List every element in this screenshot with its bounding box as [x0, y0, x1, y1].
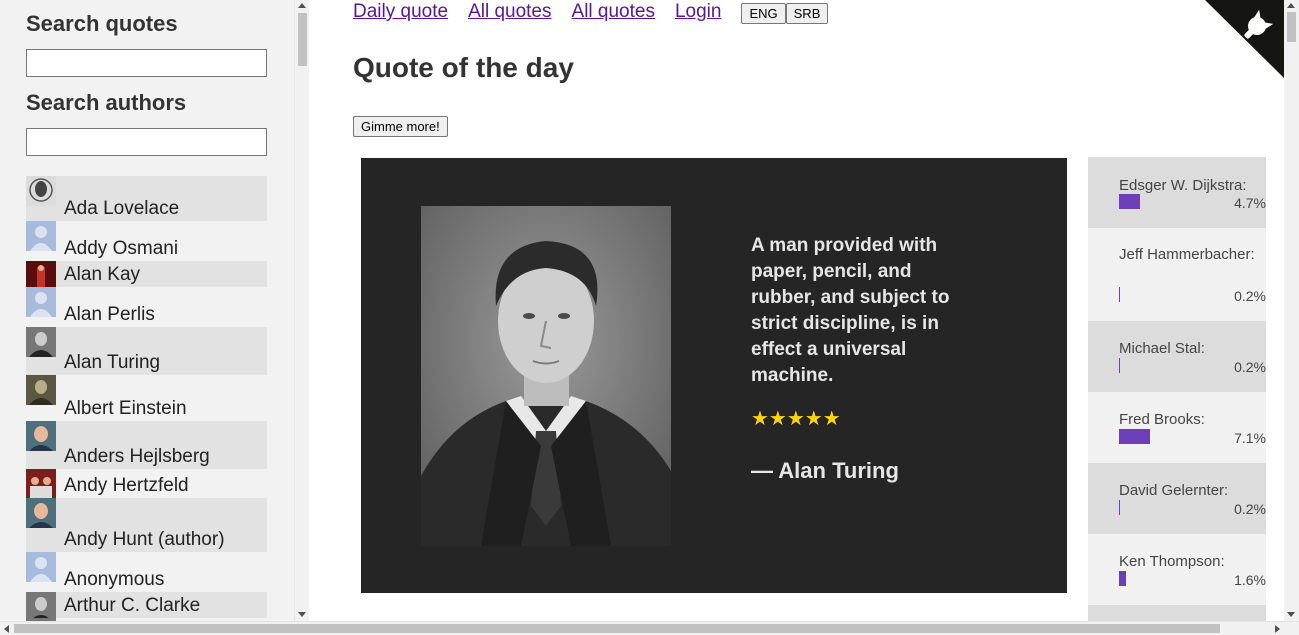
vote-row: Ken Thompson: 1.6%	[1088, 534, 1266, 605]
vote-row: Fred Brooks: 7.1%	[1088, 392, 1266, 463]
vote-percentage: 1.6%	[1234, 572, 1266, 588]
search-authors-input[interactable]	[26, 128, 267, 156]
author-thumbnail	[26, 176, 56, 206]
page-vertical-scrollbar[interactable]	[1284, 0, 1299, 621]
author-item[interactable]: Andy Hunt (author)	[26, 498, 267, 552]
quote-author[interactable]: — Alan Turing	[751, 458, 899, 484]
author-name: Alan Perlis	[64, 304, 155, 325]
author-thumbnail	[26, 552, 56, 582]
page-scroll-up-arrow-icon[interactable]	[1287, 3, 1295, 8]
vote-row: David Gelernter: 0.2%	[1088, 463, 1266, 534]
vote-author-name: Michael Stal:	[1119, 340, 1205, 357]
vote-author-name: Fred Brooks:	[1119, 411, 1205, 428]
author-name: Andy Hunt (author)	[64, 529, 225, 550]
vote-percentage: 0.2%	[1234, 501, 1266, 517]
author-thumbnail	[26, 498, 56, 528]
nav-all-quotes-2[interactable]: All quotes	[572, 1, 655, 23]
author-name: Ada Lovelace	[64, 198, 180, 219]
github-octocat-icon	[1205, 0, 1284, 78]
vote-percentage: 0.2%	[1234, 288, 1266, 304]
sidebar-scrollbar[interactable]	[294, 0, 309, 621]
vote-row: Jeff Hammerbacher: 0.2%	[1088, 228, 1266, 321]
vote-author-name: David Gelernter:	[1119, 482, 1229, 499]
top-nav: Daily quote All quotes All quotes Login …	[353, 0, 829, 24]
vote-author-name: Jeff Hammerbacher:	[1119, 246, 1255, 263]
author-item[interactable]: Anonymous	[26, 552, 267, 592]
author-name: Alan Kay	[64, 264, 141, 285]
author-item[interactable]: Albert Einstein	[26, 375, 267, 421]
author-name: Albert Einstein	[64, 398, 187, 419]
author-item[interactable]: Alan Perlis	[26, 287, 267, 327]
vote-percentage: 0.2%	[1234, 359, 1266, 375]
author-item[interactable]: Ada Lovelace	[26, 176, 267, 221]
language-switcher: ENG SRB	[741, 3, 829, 24]
vote-bar	[1119, 500, 1120, 515]
vote-bar	[1119, 194, 1140, 209]
sidebar-scroll-thumb[interactable]	[298, 13, 307, 66]
vote-bar	[1119, 571, 1126, 586]
vote-author-name: Edsger W. Dijkstra:	[1119, 177, 1247, 194]
search-quotes-heading: Search quotes	[26, 11, 178, 36]
rating-stars[interactable]: ★★★★★	[751, 406, 841, 431]
github-corner-link[interactable]	[1205, 0, 1284, 78]
vote-row	[1088, 605, 1266, 621]
page-title: Quote of the day	[353, 52, 574, 83]
sidebar: Search quotes Search authors Ada Lovelac…	[0, 0, 294, 621]
lang-eng-button[interactable]: ENG	[741, 3, 786, 24]
quote-card: A man provided with paper, pencil, and r…	[361, 158, 1067, 593]
vote-bar	[1119, 287, 1120, 302]
author-name: Anonymous	[64, 569, 165, 590]
vote-bar	[1119, 429, 1150, 444]
author-item[interactable]: Alan Kay	[26, 261, 267, 291]
author-name: Arthur C. Clarke	[64, 595, 201, 616]
author-thumbnail	[26, 287, 56, 317]
gimme-more-button[interactable]: Gimme more!	[353, 116, 448, 137]
author-item[interactable]: Andy Hertzfeld	[26, 469, 267, 499]
author-name: Alan Turing	[64, 352, 161, 373]
author-name: Anders Hejlsberg	[64, 446, 210, 467]
search-quotes-input[interactable]	[26, 49, 267, 77]
scroll-down-arrow-icon[interactable]	[298, 612, 306, 617]
scroll-left-arrow-icon[interactable]	[4, 625, 9, 633]
lang-srb-button[interactable]: SRB	[785, 3, 829, 24]
author-thumbnail	[26, 221, 56, 251]
votes-panel: Edsger W. Dijkstra: 4.7% Jeff Hammerbacher…	[1088, 157, 1266, 621]
vote-percentage: 4.7%	[1234, 195, 1266, 211]
nav-all-quotes[interactable]: All quotes	[468, 1, 551, 23]
author-thumbnail	[26, 469, 56, 499]
quote-text: A man provided with paper, pencil, and r…	[751, 235, 950, 386]
vote-row: Edsger W. Dijkstra: 4.7%	[1088, 157, 1266, 228]
author-thumbnail	[26, 421, 56, 451]
page-scroll-down-arrow-icon[interactable]	[1287, 612, 1295, 617]
author-list: Ada Lovelace Addy Osmani Alan Kay Alan Perl…	[26, 176, 267, 621]
scroll-up-arrow-icon[interactable]	[298, 3, 306, 8]
author-portrait	[421, 206, 671, 546]
author-name: Addy Osmani	[64, 238, 179, 259]
author-item[interactable]: Alan Turing	[26, 327, 267, 375]
page-vscroll-thumb[interactable]	[1287, 12, 1296, 42]
page-horizontal-scrollbar[interactable]	[0, 621, 1299, 635]
vote-bar	[1119, 358, 1120, 373]
vote-percentage: 7.1%	[1234, 430, 1266, 446]
author-thumbnail	[26, 327, 56, 357]
author-item[interactable]: Arthur C. Clarke	[26, 592, 267, 621]
page-hscroll-thumb[interactable]	[14, 624, 1220, 633]
author-item[interactable]: Addy Osmani	[26, 221, 267, 261]
nav-daily-quote[interactable]: Daily quote	[353, 1, 448, 23]
nav-login[interactable]: Login	[675, 1, 722, 23]
author-name: Andy Hertzfeld	[64, 475, 189, 496]
author-item[interactable]: Anders Hejlsberg	[26, 421, 267, 469]
author-thumbnail	[26, 375, 56, 405]
scroll-right-arrow-icon[interactable]	[1275, 625, 1280, 633]
vote-row: Michael Stal: 0.2%	[1088, 321, 1266, 392]
search-authors-heading: Search authors	[26, 90, 187, 115]
vote-author-name: Ken Thompson:	[1119, 553, 1225, 570]
author-thumbnail	[26, 592, 56, 621]
